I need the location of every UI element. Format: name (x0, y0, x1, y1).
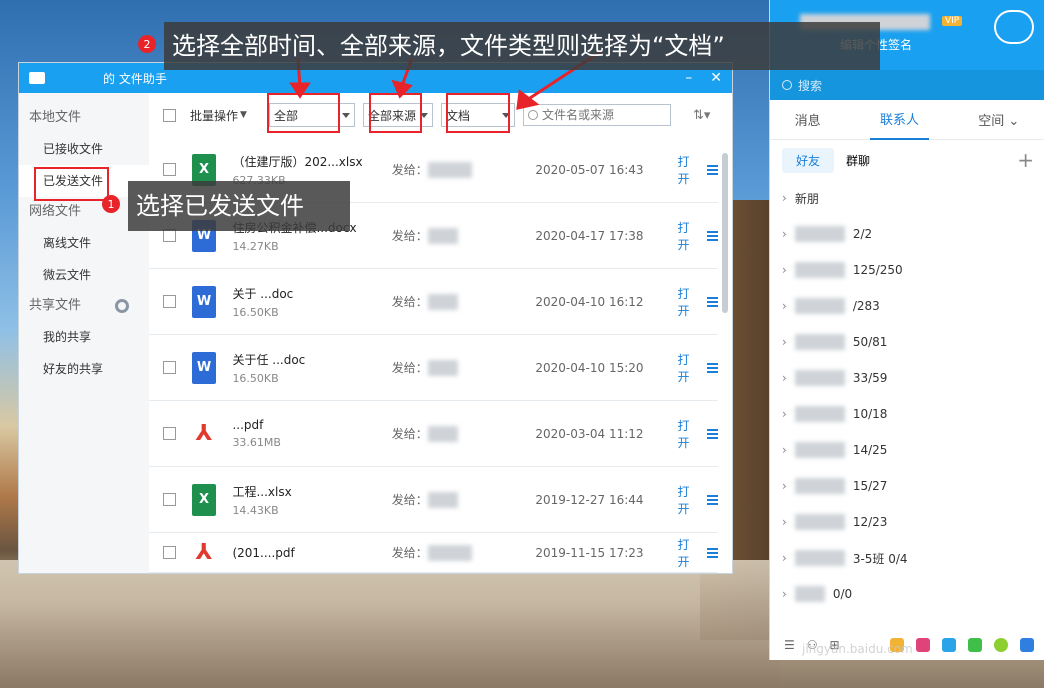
step-1-badge: 1 (102, 195, 120, 213)
step-2-badge: 2 (138, 35, 156, 53)
annotation-arrows (289, 50, 601, 110)
watermark-url: jingyan.baidu.com (802, 642, 913, 656)
watermark-brand: Baidu经验 (790, 604, 947, 639)
step-2-label: 选择全部时间、全部来源，文件类型则选择为“文档” (164, 22, 880, 70)
step-1-label: 选择已发送文件 (128, 181, 350, 231)
